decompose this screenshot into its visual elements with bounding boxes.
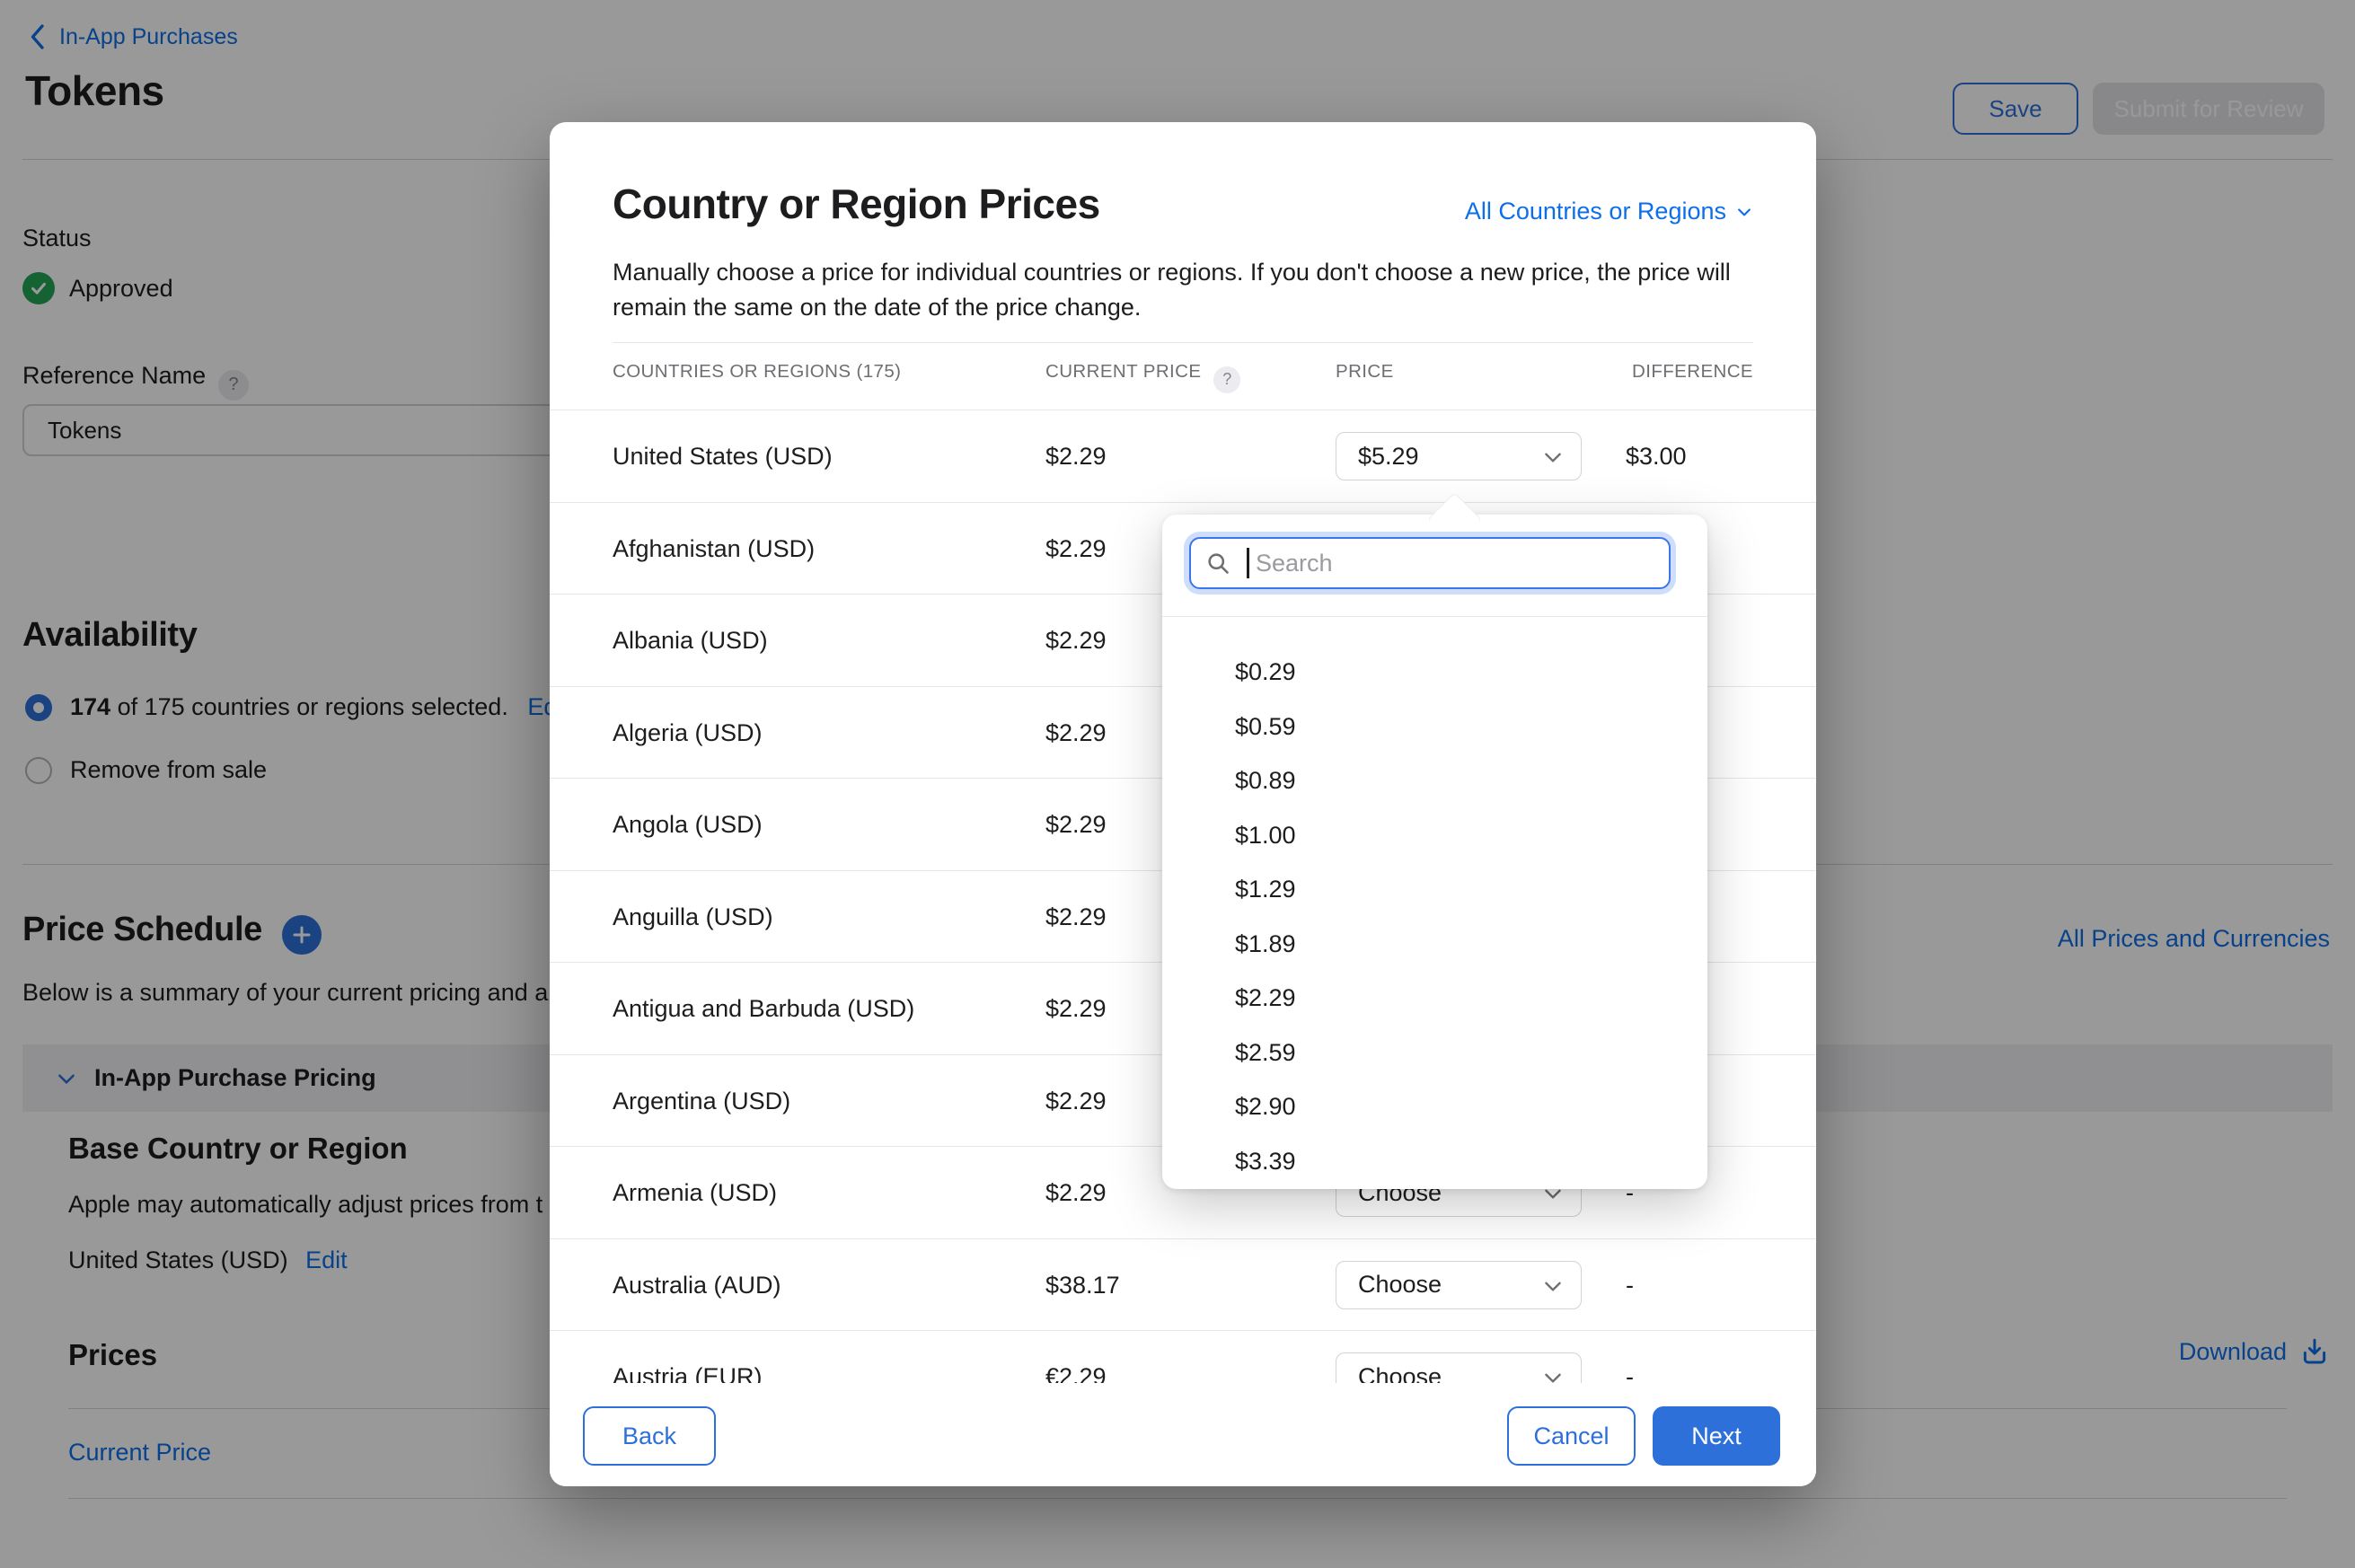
country-cell: Australia (AUD) [613,1272,781,1299]
current-price-cell: $38.17 [1045,1272,1120,1299]
divider [1162,616,1707,617]
current-price-cell: $2.29 [1045,903,1107,931]
filter-dropdown[interactable]: All Countries or Regions [1465,198,1753,225]
chevron-down-icon [1541,1274,1565,1298]
price-option[interactable]: $2.29 [1162,971,1707,1026]
cancel-button[interactable]: Cancel [1507,1406,1636,1466]
back-button[interactable]: Back [583,1406,716,1466]
price-option[interactable]: $0.89 [1162,753,1707,808]
modal-footer: Back Cancel Next [550,1383,1816,1486]
col-header-difference: DIFFERENCE [1632,361,1753,383]
col-header-countries: COUNTRIES OR REGIONS (175) [613,361,901,383]
table-row: Australia (AUD) $38.17 Choose - [550,1239,1816,1332]
current-price-cell: $2.29 [1045,1088,1107,1115]
price-option[interactable]: $2.59 [1162,1026,1707,1080]
search-input[interactable] [1189,537,1671,589]
price-select[interactable]: Choose [1336,1352,1582,1386]
current-price-cell: $2.29 [1045,443,1107,471]
price-select-popover: $0.29 $0.59 $0.89 $1.00 $1.29 $1.89 $2.2… [1162,515,1707,1189]
price-option[interactable]: $0.29 [1162,645,1707,700]
price-option[interactable]: $2.90 [1162,1079,1707,1134]
country-cell: United States (USD) [613,443,833,471]
current-price-cell: $2.29 [1045,1179,1107,1207]
price-select-value: $5.29 [1358,443,1419,471]
current-price-header-text: CURRENT PRICE [1045,361,1201,382]
chevron-down-icon [1541,445,1565,469]
country-cell: Anguilla (USD) [613,903,773,931]
country-cell: Argentina (USD) [613,1088,790,1115]
next-button[interactable]: Next [1653,1406,1780,1466]
country-cell: Algeria (USD) [613,719,763,747]
difference-cell: - [1626,1272,1634,1299]
modal-description: Manually choose a price for individual c… [613,255,1757,325]
price-select[interactable]: Choose [1336,1261,1582,1309]
search-field [1189,537,1671,589]
difference-cell: $3.00 [1626,443,1687,471]
divider [613,342,1753,343]
price-option[interactable]: $1.00 [1162,808,1707,863]
price-option[interactable]: $1.89 [1162,917,1707,972]
col-header-price: PRICE [1336,361,1394,383]
table-row: Austria (EUR) €2.29 Choose - [550,1331,1816,1386]
price-select[interactable]: $5.29 [1336,432,1582,480]
current-price-cell: $2.29 [1045,719,1107,747]
price-option[interactable]: $1.29 [1162,862,1707,917]
current-price-cell: $2.29 [1045,811,1107,839]
country-cell: Albania (USD) [613,627,768,655]
text-cursor [1247,548,1249,578]
price-select-value: Choose [1358,1271,1442,1299]
price-options-list: $0.29 $0.59 $0.89 $1.00 $1.29 $1.89 $2.2… [1162,645,1707,1188]
chevron-down-icon [1735,203,1753,221]
country-cell: Armenia (USD) [613,1179,777,1207]
table-row: United States (USD) $2.29 $5.29 $3.00 [550,410,1816,503]
filter-label[interactable]: All Countries or Regions [1465,198,1726,225]
current-price-cell: $2.29 [1045,627,1107,655]
current-price-cell: $2.29 [1045,535,1107,563]
country-cell: Afghanistan (USD) [613,535,815,563]
current-price-cell: $2.29 [1045,995,1107,1023]
col-header-current-price: CURRENT PRICE? [1045,361,1240,393]
country-cell: Angola (USD) [613,811,763,839]
price-option[interactable]: $3.39 [1162,1134,1707,1189]
search-icon [1205,551,1230,576]
help-icon[interactable]: ? [1213,366,1240,393]
price-option[interactable]: $0.59 [1162,700,1707,754]
modal-title: Country or Region Prices [613,180,1100,228]
country-cell: Antigua and Barbuda (USD) [613,995,914,1023]
